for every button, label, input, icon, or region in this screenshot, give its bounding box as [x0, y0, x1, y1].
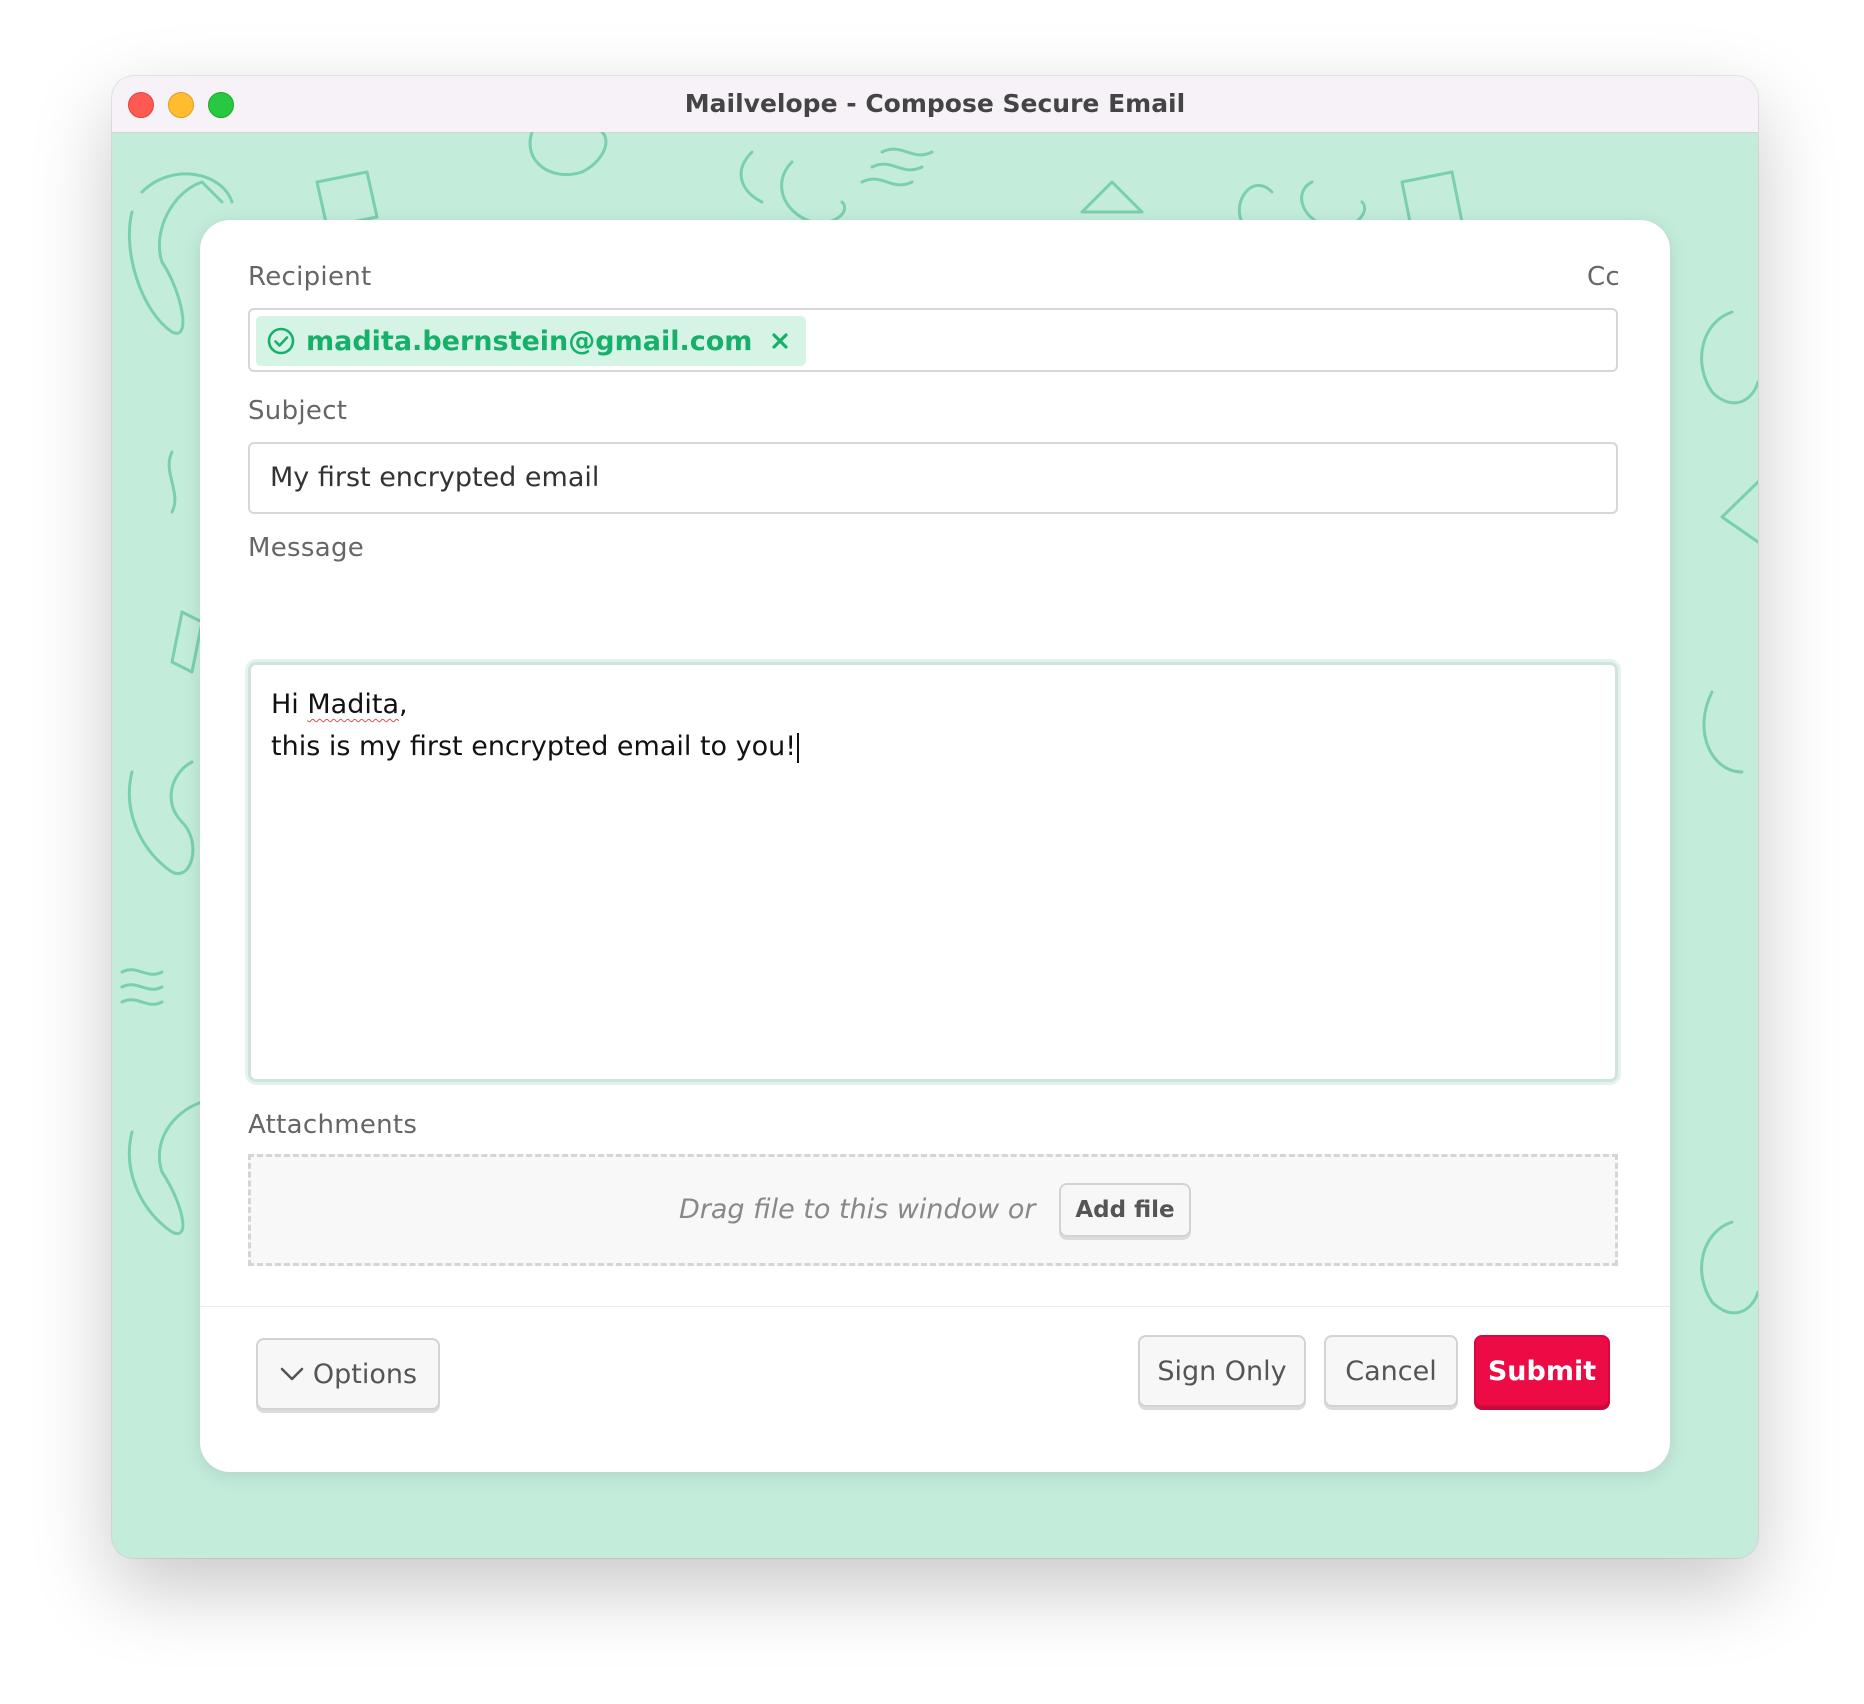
window-title: Mailvelope - Compose Secure Email — [684, 89, 1186, 118]
recipient-label: Recipient — [248, 262, 372, 292]
recipient-input[interactable]: madita.bernstein@gmail.com — [248, 308, 1618, 372]
add-file-button[interactable]: Add file — [1059, 1183, 1191, 1237]
remove-recipient-icon[interactable] — [768, 329, 792, 353]
cancel-button[interactable]: Cancel — [1324, 1335, 1458, 1407]
message-greeting-prefix: Hi — [271, 689, 308, 720]
recipient-chip: madita.bernstein@gmail.com — [256, 316, 807, 366]
title-bar: Mailvelope - Compose Secure Email — [112, 76, 1758, 133]
attachments-label: Attachments — [248, 1110, 418, 1140]
sign-only-button[interactable]: Sign Only — [1138, 1335, 1306, 1407]
message-greeting-name: Madita — [307, 689, 400, 720]
message-line-2: this is my first encrypted email to you! — [271, 731, 800, 763]
footer-divider — [200, 1306, 1670, 1307]
drag-hint: Drag file to this window or — [679, 1194, 1036, 1225]
recipient-chip-email: madita.bernstein@gmail.com — [306, 325, 753, 357]
app-window: Mailvelope - Compose Secure Email Recipi… — [112, 76, 1758, 1558]
subject-label: Subject — [248, 396, 348, 426]
subject-input[interactable]: My first encrypted email — [248, 442, 1618, 514]
submit-button[interactable]: Submit — [1474, 1335, 1610, 1407]
message-line-1: Hi Madita, — [271, 689, 408, 720]
cc-toggle[interactable]: Cc — [1587, 262, 1620, 292]
chevron-down-icon — [280, 1367, 304, 1381]
message-label: Message — [248, 533, 365, 563]
attachment-dropzone[interactable]: Drag file to this window or Add file — [248, 1154, 1618, 1266]
text-caret — [797, 732, 800, 763]
options-label: Options — [312, 1358, 418, 1390]
options-button[interactable]: Options — [256, 1338, 440, 1410]
compose-card: Recipient Cc madita.bernstein@gmail.com … — [200, 220, 1670, 1472]
message-line-2-text: this is my first encrypted email to you! — [271, 731, 797, 762]
message-textarea[interactable]: Hi Madita, this is my first encrypted em… — [248, 662, 1618, 1082]
subject-value: My first encrypted email — [270, 462, 600, 493]
message-greeting-suffix: , — [399, 689, 408, 720]
verified-check-icon — [267, 327, 295, 355]
